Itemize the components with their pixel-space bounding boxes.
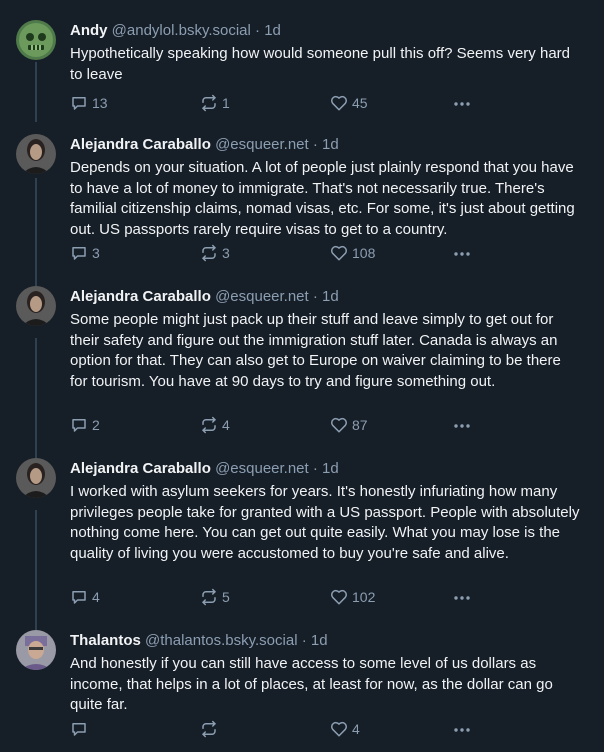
repost-icon	[202, 720, 216, 738]
reply-button[interactable]: 13	[70, 94, 108, 112]
reply-button[interactable]: 4	[70, 588, 100, 606]
post-header: Thalantos @thalantos.bsky.social · 1d	[70, 632, 328, 650]
author-handle[interactable]: @thalantos.bsky.social	[145, 632, 298, 649]
repost-count: 1	[222, 95, 230, 111]
author-name[interactable]: Alejandra Caraballo	[70, 136, 211, 153]
heart-icon	[331, 417, 347, 433]
repost-count: 5	[222, 589, 230, 605]
like-count: 87	[352, 417, 368, 433]
thread-line	[35, 338, 37, 458]
author-name[interactable]: Alejandra Caraballo	[70, 288, 211, 305]
like-count: 102	[352, 589, 376, 605]
heart-icon	[331, 589, 347, 605]
post-age[interactable]: 1d	[322, 288, 339, 305]
post-actions: 2 4 87	[70, 416, 590, 436]
more-options-icon	[454, 728, 470, 732]
thread-line	[35, 510, 37, 630]
repost-count: 4	[222, 417, 230, 433]
reply-icon	[72, 247, 86, 260]
post-text: And honestly if you can still have acces…	[70, 655, 553, 713]
like-count: 45	[352, 95, 368, 111]
post-actions: 4 5 102	[70, 588, 590, 608]
reply-icon	[72, 419, 86, 432]
more-options-icon	[454, 424, 470, 428]
reply-count: 2	[92, 417, 100, 433]
avatar[interactable]	[16, 20, 56, 60]
post-actions: 3 3 108	[70, 244, 590, 264]
reply-button[interactable]	[70, 720, 92, 738]
repost-count: 3	[222, 245, 230, 261]
reply-button[interactable]: 2	[70, 416, 100, 434]
post-text: Hypothetically speaking how would someon…	[70, 45, 570, 83]
separator-dot: ·	[255, 22, 261, 39]
post-actions: 4	[70, 720, 590, 740]
more-options-button[interactable]	[452, 588, 472, 613]
reply-count: 13	[92, 95, 108, 111]
post-age[interactable]: 1d	[322, 460, 339, 477]
like-button[interactable]: 45	[330, 94, 368, 112]
separator-dot: ·	[312, 460, 318, 477]
post-age[interactable]: 1d	[322, 136, 339, 153]
more-options-icon	[454, 596, 470, 600]
avatar[interactable]	[16, 286, 56, 326]
repost-icon	[202, 94, 216, 112]
author-name[interactable]: Andy	[70, 22, 108, 39]
repost-button[interactable]: 1	[200, 94, 230, 112]
post-header: Alejandra Caraballo @esqueer.net · 1d	[70, 460, 339, 478]
avatar[interactable]	[16, 134, 56, 174]
repost-icon	[202, 244, 216, 262]
author-name[interactable]: Thalantos	[70, 632, 141, 649]
separator-dot: ·	[312, 136, 318, 153]
reply-button[interactable]: 3	[70, 244, 100, 262]
reply-icon	[72, 591, 86, 604]
heart-icon	[331, 245, 347, 261]
reply-count: 3	[92, 245, 100, 261]
author-handle[interactable]: @esqueer.net	[215, 460, 309, 477]
author-handle[interactable]: @esqueer.net	[215, 136, 309, 153]
reply-count: 4	[92, 589, 100, 605]
like-button[interactable]: 87	[330, 416, 368, 434]
more-options-button[interactable]	[452, 416, 472, 441]
repost-button[interactable]: 5	[200, 588, 230, 606]
like-button[interactable]: 4	[330, 720, 360, 738]
reply-icon	[72, 97, 86, 110]
post-actions: 13 1 45	[70, 94, 590, 114]
like-count: 108	[352, 245, 376, 261]
post-header: Alejandra Caraballo @esqueer.net · 1d	[70, 288, 339, 306]
separator-dot: ·	[312, 288, 318, 305]
post-header: Andy @andylol.bsky.social · 1d	[70, 22, 281, 40]
thread-line	[35, 178, 37, 286]
like-button[interactable]: 102	[330, 588, 375, 606]
post-text: Some people might just pack up their stu…	[70, 311, 561, 390]
avatar[interactable]	[16, 630, 56, 670]
more-options-icon	[454, 252, 470, 256]
repost-button[interactable]	[200, 720, 222, 738]
heart-icon	[331, 721, 347, 737]
post-age[interactable]: 1d	[311, 632, 328, 649]
post-text: Depends on your situation. A lot of peop…	[70, 159, 575, 238]
heart-icon	[331, 95, 347, 111]
post-age[interactable]: 1d	[264, 22, 281, 39]
author-name[interactable]: Alejandra Caraballo	[70, 460, 211, 477]
like-button[interactable]: 108	[330, 244, 375, 262]
separator-dot: ·	[301, 632, 307, 649]
avatar[interactable]	[16, 458, 56, 498]
more-options-button[interactable]	[452, 244, 472, 269]
post-header: Alejandra Caraballo @esqueer.net · 1d	[70, 136, 339, 154]
repost-button[interactable]: 3	[200, 244, 230, 262]
repost-button[interactable]: 4	[200, 416, 230, 434]
more-options-icon	[454, 102, 470, 106]
repost-icon	[202, 588, 216, 606]
like-count: 4	[352, 721, 360, 737]
more-options-button[interactable]	[452, 94, 472, 119]
repost-icon	[202, 416, 216, 434]
more-options-button[interactable]	[452, 720, 472, 745]
author-handle[interactable]: @esqueer.net	[215, 288, 309, 305]
author-handle[interactable]: @andylol.bsky.social	[112, 22, 251, 39]
reply-icon	[72, 723, 86, 736]
post-text: I worked with asylum seekers for years. …	[70, 483, 580, 562]
thread-line	[35, 62, 37, 122]
